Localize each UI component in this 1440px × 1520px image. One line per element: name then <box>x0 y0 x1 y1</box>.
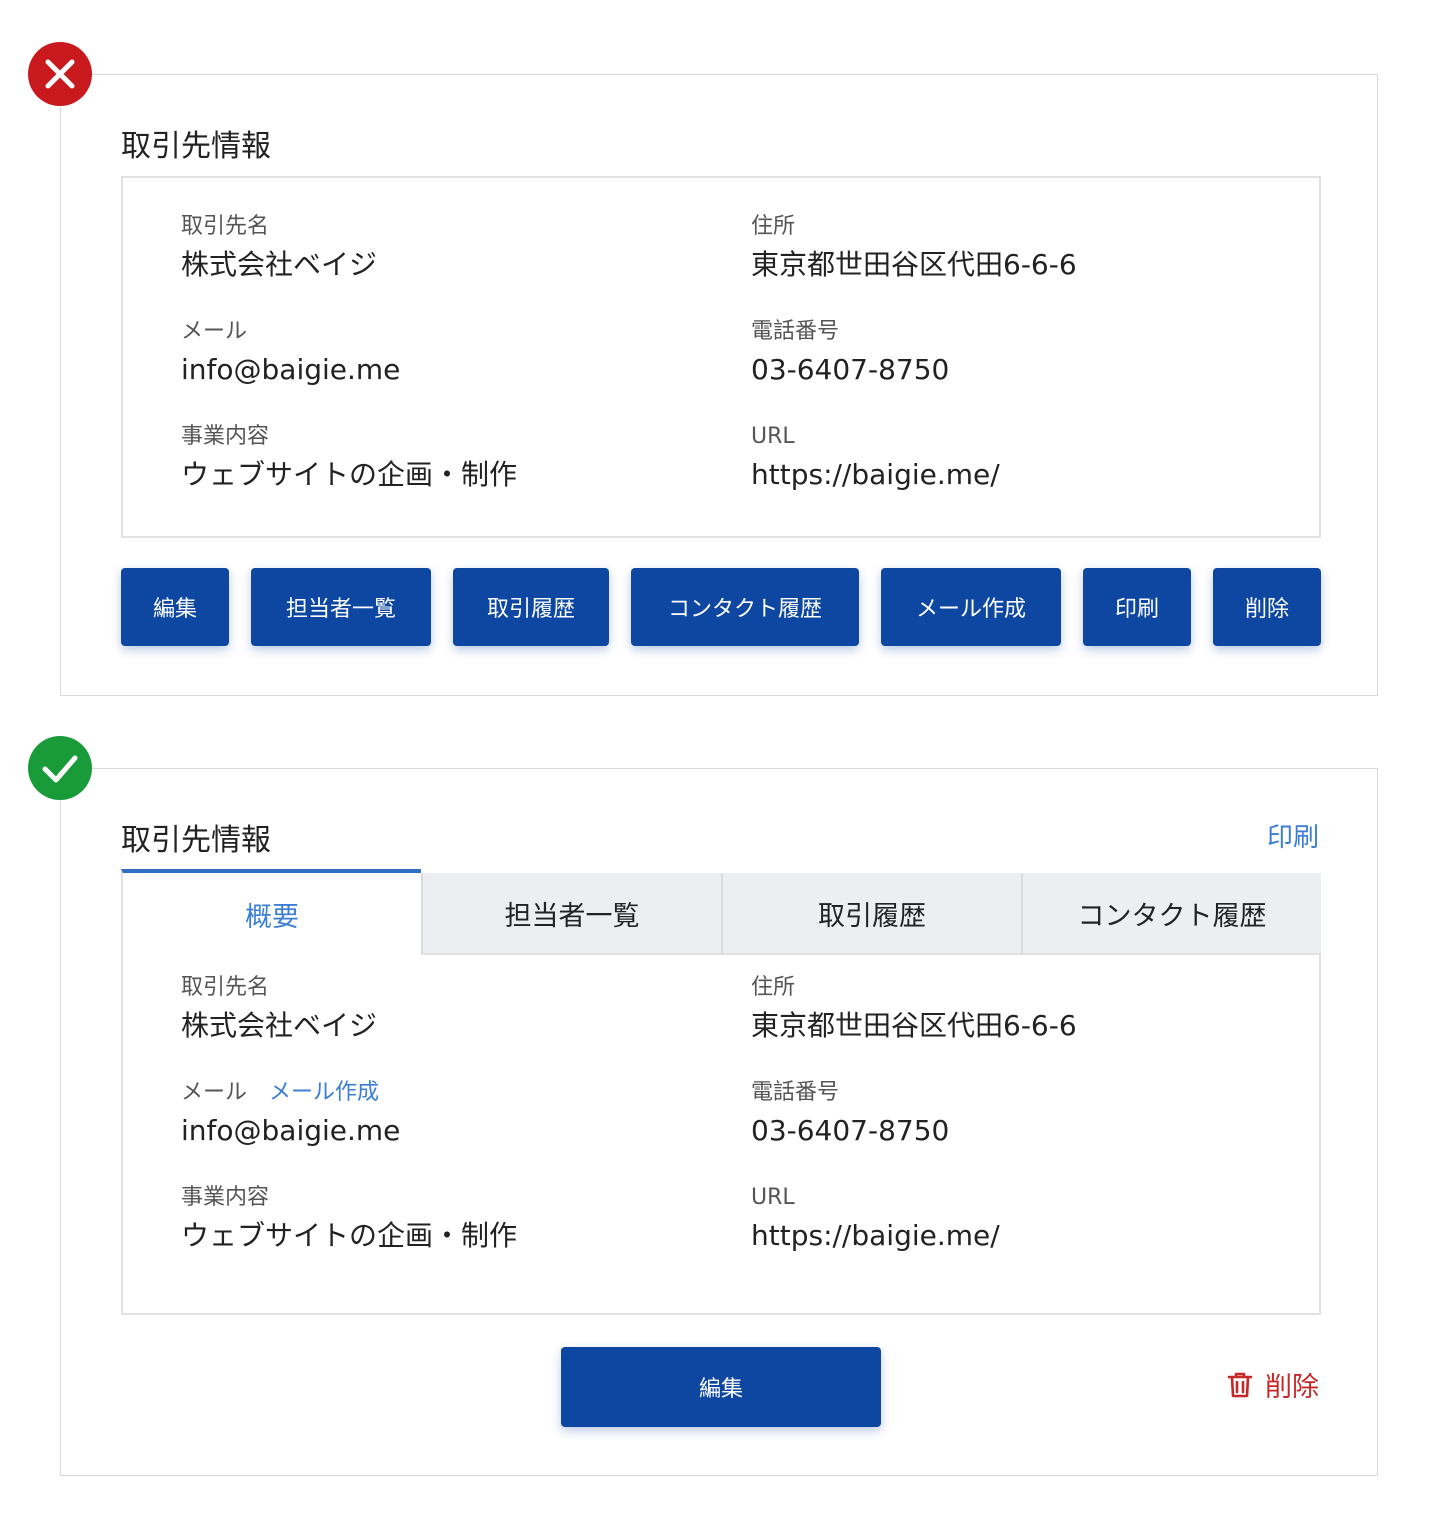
field-address: 住所 東京都世田谷区代田6-6-6 <box>751 212 1077 284</box>
field-url: URL https://baigie.me/ <box>751 1183 1000 1255</box>
field-label: 事業内容 <box>181 1185 270 1210</box>
field-label: メール <box>181 319 248 344</box>
field-company-name: 取引先名 株式会社ベイジ <box>181 973 377 1045</box>
bad-example-badge <box>28 42 92 106</box>
print-link[interactable]: 印刷 <box>1267 817 1319 854</box>
tab-overview[interactable]: 概要 <box>121 869 421 955</box>
field-label: 電話番号 <box>751 319 840 344</box>
tab-bar: 概要 担当者一覧 取引履歴 コンタクト履歴 <box>121 869 1321 955</box>
field-business: 事業内容 ウェブサイトの企画・制作 <box>181 1183 517 1255</box>
field-value: ウェブサイトの企画・制作 <box>181 1219 518 1252</box>
field-value: 株式会社ベイジ <box>181 1009 378 1042</box>
field-address: 住所 東京都世田谷区代田6-6-6 <box>751 973 1077 1045</box>
field-phone: 電話番号 03-6407-8750 <box>751 317 949 389</box>
field-label-text: メール <box>181 1080 248 1105</box>
tab-panel-overview: 取引先名 株式会社ベイジ 住所 東京都世田谷区代田6-6-6 メール メール作成 … <box>121 953 1321 1315</box>
delete-button[interactable]: 削除 <box>1213 568 1321 646</box>
field-business: 事業内容 ウェブサイトの企画・制作 <box>181 422 517 494</box>
field-label: URL <box>751 1185 795 1210</box>
field-label: 住所 <box>751 975 796 1000</box>
field-mail: メール メール作成 info@baigie.me <box>181 1078 400 1150</box>
good-example-badge <box>28 736 92 800</box>
check-icon <box>42 755 78 783</box>
page-title: 取引先情報 <box>121 823 271 858</box>
compose-mail-link[interactable]: メール作成 <box>269 1080 379 1105</box>
info-box: 取引先名 株式会社ベイジ 住所 東京都世田谷区代田6-6-6 メール info@… <box>121 176 1321 538</box>
field-mail: メール info@baigie.me <box>181 317 400 389</box>
field-label: 電話番号 <box>751 1080 840 1105</box>
field-value: https://baigie.me/ <box>751 1219 1000 1252</box>
contacts-button[interactable]: 担当者一覧 <box>251 568 431 646</box>
edit-button[interactable]: 編集 <box>561 1347 881 1427</box>
field-value: ウェブサイトの企画・制作 <box>181 458 518 491</box>
trash-icon <box>1227 1372 1253 1397</box>
field-value: info@baigie.me <box>181 353 401 386</box>
tab-contacts[interactable]: 担当者一覧 <box>421 873 721 955</box>
contact-history-button[interactable]: コンタクト履歴 <box>631 568 859 646</box>
delete-link-label: 削除 <box>1265 1372 1319 1403</box>
field-value: 株式会社ベイジ <box>181 248 378 281</box>
field-value: 東京都世田谷区代田6-6-6 <box>751 1009 1077 1042</box>
history-button[interactable]: 取引履歴 <box>453 568 609 646</box>
field-value: 東京都世田谷区代田6-6-6 <box>751 248 1077 281</box>
field-label: 取引先名 <box>181 214 270 239</box>
field-label: メール メール作成 <box>181 1078 400 1108</box>
field-company-name: 取引先名 株式会社ベイジ <box>181 212 377 284</box>
compose-mail-button[interactable]: メール作成 <box>881 568 1061 646</box>
tab-contact-history[interactable]: コンタクト履歴 <box>1021 873 1321 955</box>
field-label: 取引先名 <box>181 975 270 1000</box>
tab-history[interactable]: 取引履歴 <box>721 873 1021 955</box>
field-url: URL https://baigie.me/ <box>751 422 1000 494</box>
good-example-card: 取引先情報 印刷 概要 担当者一覧 取引履歴 コンタクト履歴 取引先名 株式会社… <box>60 768 1378 1476</box>
delete-link[interactable]: 削除 <box>1227 1365 1319 1404</box>
field-value: 03-6407-8750 <box>751 353 950 386</box>
field-label: 事業内容 <box>181 424 270 449</box>
field-value: info@baigie.me <box>181 1114 401 1147</box>
page-title: 取引先情報 <box>121 129 271 164</box>
edit-button[interactable]: 編集 <box>121 568 229 646</box>
close-icon <box>45 59 75 89</box>
field-value: 03-6407-8750 <box>751 1114 950 1147</box>
bad-example-card: 取引先情報 取引先名 株式会社ベイジ 住所 東京都世田谷区代田6-6-6 メール… <box>60 74 1378 696</box>
field-label: 住所 <box>751 214 796 239</box>
field-phone: 電話番号 03-6407-8750 <box>751 1078 949 1150</box>
print-button[interactable]: 印刷 <box>1083 568 1191 646</box>
field-value: https://baigie.me/ <box>751 458 1000 491</box>
field-label: URL <box>751 424 795 449</box>
